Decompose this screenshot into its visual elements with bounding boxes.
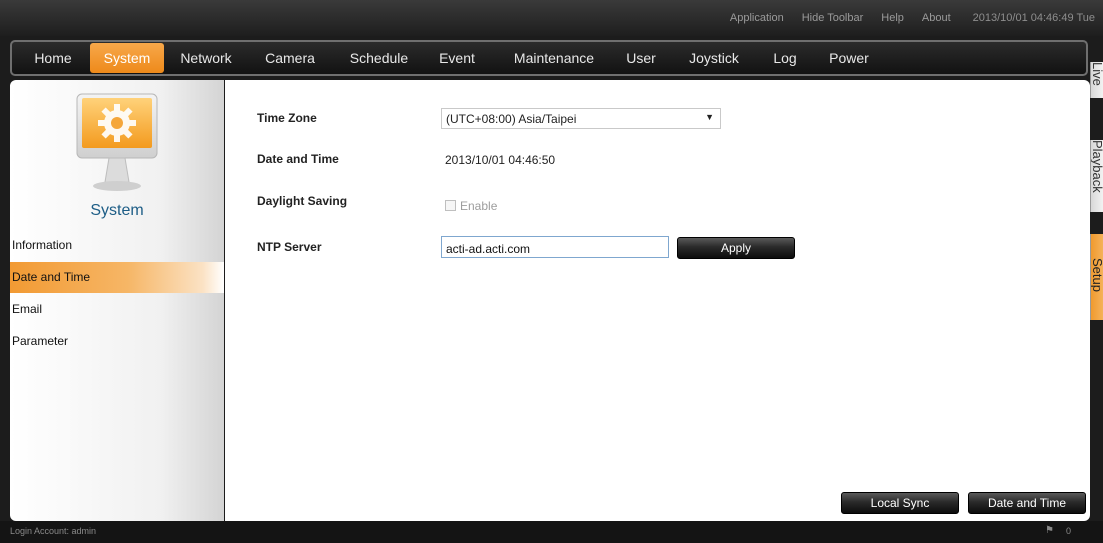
date-time-label: Date and Time [257, 152, 339, 166]
system-sidebar: System Information Date and Time Email P… [10, 80, 224, 521]
nav-log[interactable]: Log [764, 42, 806, 74]
nav-network[interactable]: Network [172, 42, 240, 74]
application-link[interactable]: Application [730, 12, 784, 24]
alarm-icon[interactable]: ⚑ [1045, 525, 1054, 536]
apply-button[interactable]: Apply [677, 237, 795, 259]
top-utility-bar: Application Hide Toolbar Help About 2013… [0, 0, 1103, 36]
sidebar-item-parameter[interactable]: Parameter [10, 326, 224, 357]
main-nav: Home System Network Camera Schedule Even… [10, 40, 1088, 76]
date-time-value: 2013/10/01 04:46:50 [445, 153, 556, 167]
side-tab-setup-label: Setup [1090, 258, 1103, 292]
top-links: Application Hide Toolbar Help About 2013… [730, 12, 1095, 24]
nav-user[interactable]: User [616, 42, 666, 74]
time-zone-value: (UTC+08:00) Asia/Taipei [446, 112, 577, 126]
nav-schedule[interactable]: Schedule [340, 42, 418, 74]
sidebar-item-date-and-time[interactable]: Date and Time [10, 262, 224, 293]
monitor-gear-icon [76, 93, 158, 191]
ntp-server-label: NTP Server [257, 240, 322, 254]
sidebar-title: System [90, 202, 144, 219]
nav-power[interactable]: Power [818, 42, 880, 74]
about-link[interactable]: About [922, 12, 951, 24]
time-zone-select[interactable]: (UTC+08:00) Asia/Taipei ▼ [441, 108, 721, 129]
ntp-server-input[interactable] [441, 236, 669, 258]
nav-camera[interactable]: Camera [256, 42, 324, 74]
help-link[interactable]: Help [881, 12, 904, 24]
side-tab-live[interactable]: Live [1090, 62, 1103, 98]
side-tab-playback[interactable]: Playback [1090, 140, 1103, 212]
system-clock: 2013/10/01 04:46:49 Tue [972, 12, 1095, 24]
date-time-settings-panel: Time Zone (UTC+08:00) Asia/Taipei ▼ Date… [225, 80, 1090, 521]
side-tab-setup[interactable]: Setup [1090, 234, 1103, 320]
date-and-time-button[interactable]: Date and Time [968, 492, 1086, 514]
nav-event[interactable]: Event [430, 42, 484, 74]
sidebar-item-information[interactable]: Information [10, 230, 224, 261]
side-tab-live-label: Live [1090, 62, 1103, 86]
nav-joystick[interactable]: Joystick [680, 42, 748, 74]
nav-system[interactable]: System [90, 43, 164, 73]
daylight-saving-checkbox[interactable] [445, 200, 456, 211]
status-bar: Login Account: admin ⚑ 0 [0, 521, 1103, 543]
daylight-saving-enable-label: Enable [460, 199, 498, 213]
login-account: Login Account: admin [10, 526, 97, 536]
sidebar-item-email[interactable]: Email [10, 294, 224, 325]
nav-home[interactable]: Home [20, 42, 86, 74]
hide-toolbar-link[interactable]: Hide Toolbar [802, 12, 864, 24]
time-zone-label: Time Zone [257, 111, 317, 125]
local-sync-button[interactable]: Local Sync [841, 492, 959, 514]
chevron-down-icon: ▼ [705, 112, 714, 122]
side-tab-playback-label: Playback [1090, 140, 1103, 193]
daylight-saving-label: Daylight Saving [257, 194, 348, 208]
nav-maintenance[interactable]: Maintenance [502, 42, 606, 74]
alarm-count: 0 [1066, 526, 1072, 536]
